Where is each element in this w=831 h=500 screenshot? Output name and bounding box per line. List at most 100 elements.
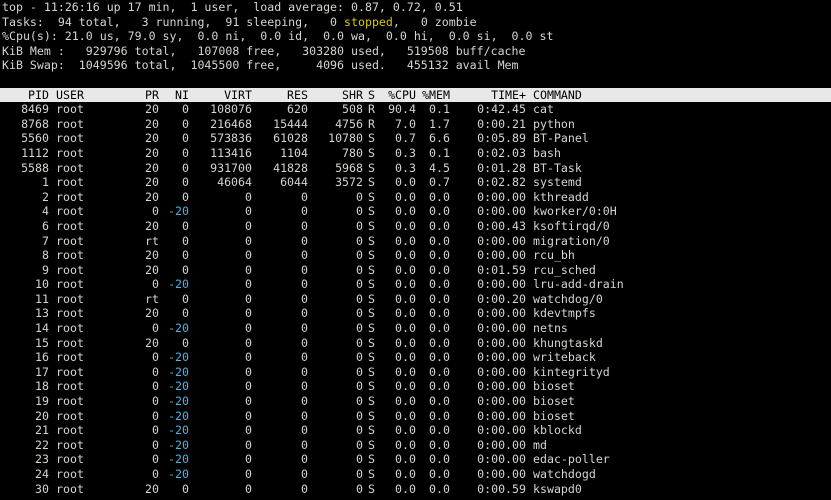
process-time: 0:00.20 <box>477 291 526 306</box>
process-row[interactable]: 15 root 20 0 0 0 0 S 0.0 0.0 0:00.00 khungtaskd <box>2 336 831 351</box>
process-row[interactable]: 8469 root 20 0 108076 620 508 R 90.4 0.1 0:42.45 ca… <box>2 102 831 117</box>
process-pid: 1112 <box>21 145 49 160</box>
process-row[interactable]: 30 root 20 0 0 0 0 S 0.0 0.0 0:00.59 kswapd0 <box>2 482 831 497</box>
process-cpu: 0.0 <box>395 364 416 379</box>
process-time: 0:00.00 <box>477 364 526 379</box>
process-virt: 0 <box>245 437 252 452</box>
process-row[interactable]: 5588 root 20 0 931700 41828 5968 S 0.3 4.5 0:01.28… <box>2 161 831 176</box>
process-command: kworker/0:0H <box>533 204 617 219</box>
process-time: 0:00.00 <box>477 277 526 292</box>
process-row[interactable]: 11 root rt 0 0 0 0 S 0.0 0.0 0:00.20 watchdog/0 <box>2 292 831 307</box>
process-shr: 0 <box>356 437 363 452</box>
process-row[interactable]: 9 root 20 0 0 0 0 S 0.0 0.0 0:01.59 rcu_sched <box>2 263 831 278</box>
process-row[interactable]: 10 root 0 -20 0 0 0 S 0.0 0.0 0:00.00 lru-add-drain <box>2 277 831 292</box>
process-row[interactable]: 6 root 20 0 0 0 0 S 0.0 0.0 0:00.43 ksoftirqd/0 <box>2 219 831 234</box>
process-state: S <box>368 262 375 277</box>
process-cpu: 0.0 <box>395 335 416 350</box>
process-row[interactable]: 23 root 0 -20 0 0 0 S 0.0 0.0 0:00.00 edac-poller <box>2 452 831 467</box>
process-row[interactable]: 24 root 0 -20 0 0 0 S 0.0 0.0 0:00.00 watchdogd <box>2 467 831 482</box>
process-row[interactable]: 19 root 0 -20 0 0 0 S 0.0 0.0 0:00.00 bioset <box>2 394 831 409</box>
process-res: 41828 <box>273 160 308 175</box>
process-row[interactable]: 1 root 20 0 46064 6044 3572 S 0.0 0.7 0:02.82 syste… <box>2 175 831 190</box>
process-res: 1104 <box>280 145 308 160</box>
process-row[interactable]: 8 root 20 0 0 0 0 S 0.0 0.0 0:00.00 rcu_bh <box>2 248 831 263</box>
process-virt: 108076 <box>210 102 252 117</box>
process-row[interactable]: 20 root 0 -20 0 0 0 S 0.0 0.0 0:00.00 bioset <box>2 409 831 424</box>
process-user: root <box>56 175 84 190</box>
process-virt: 0 <box>245 364 252 379</box>
process-pr: 20 <box>145 248 159 263</box>
process-command: md <box>533 437 547 452</box>
process-res: 0 <box>301 335 308 350</box>
process-res: 6044 <box>280 175 308 190</box>
tasks-zombie: , 0 zombie <box>392 14 477 29</box>
blank-separator <box>2 73 831 88</box>
process-row[interactable]: 8768 root 20 0 216468 15444 4756 R 7.0 1.7 0:00.21… <box>2 117 831 132</box>
process-mem: 0.1 <box>429 145 450 160</box>
process-pid: 19 <box>35 394 49 409</box>
process-pr: rt <box>145 291 159 306</box>
process-mem: 4.5 <box>429 160 450 175</box>
process-command: netns <box>533 321 568 336</box>
process-mem: 0.0 <box>429 321 450 336</box>
process-row[interactable]: 14 root 0 -20 0 0 0 S 0.0 0.0 0:00.00 netns <box>2 321 831 336</box>
process-ni: -20 <box>168 437 189 452</box>
process-res: 0 <box>301 379 308 394</box>
process-row[interactable]: 7 root rt 0 0 0 0 S 0.0 0.0 0:00.00 migration/0 <box>2 234 831 249</box>
process-res: 0 <box>301 218 308 233</box>
tasks-counts: Tasks: 94 total, 3 running, 91 sleeping,… <box>2 14 345 29</box>
process-row[interactable]: 22 root 0 -20 0 0 0 S 0.0 0.0 0:00.00 md <box>2 438 831 453</box>
process-mem: 0.0 <box>429 189 450 204</box>
process-res: 61028 <box>273 131 308 146</box>
terminal-window[interactable]: top - 11:26:16 up 17 min, 1 user, load a… <box>0 0 831 500</box>
process-ni: 0 <box>182 189 189 204</box>
memory-line: KiB Mem : 929796 total, 107008 free, 303… <box>2 43 526 58</box>
process-row[interactable]: 18 root 0 -20 0 0 0 S 0.0 0.0 0:00.00 bioset <box>2 379 831 394</box>
column-header-state: S <box>368 87 375 102</box>
process-user: root <box>56 277 84 292</box>
process-ni: -20 <box>168 467 189 481</box>
process-row[interactable]: 13 root 20 0 0 0 0 S 0.0 0.0 0:00.00 kdevtmpfs <box>2 306 831 321</box>
process-shr: 0 <box>356 321 363 336</box>
process-pid: 14 <box>35 321 49 336</box>
process-row[interactable]: 16 root 0 -20 0 0 0 S 0.0 0.0 0:00.00 writeback <box>2 350 831 365</box>
process-state: S <box>368 189 375 204</box>
process-row[interactable]: 1112 root 20 0 113416 1104 780 S 0.3 0.1 0:02.03 ba… <box>2 146 831 161</box>
process-shr: 0 <box>356 350 363 365</box>
process-row[interactable]: 17 root 0 -20 0 0 0 S 0.0 0.0 0:00.00 kintegrityd <box>2 365 831 380</box>
process-shr: 0 <box>356 394 363 409</box>
process-pr: 0 <box>152 321 159 336</box>
process-user: root <box>56 394 84 409</box>
process-row[interactable]: 21 root 0 -20 0 0 0 S 0.0 0.0 0:00.00 kblockd <box>2 423 831 438</box>
process-shr: 0 <box>356 379 363 394</box>
process-row[interactable]: 5560 root 20 0 573836 61028 10780 S 0.7 6.6 0:05.8… <box>2 131 831 146</box>
process-shr: 0 <box>356 248 363 263</box>
process-time: 0:00.00 <box>477 437 526 452</box>
process-state: R <box>368 102 375 117</box>
process-shr: 780 <box>342 145 363 160</box>
process-state: S <box>368 394 375 409</box>
process-shr: 0 <box>356 218 363 233</box>
process-virt: 0 <box>245 306 252 321</box>
process-ni: 0 <box>182 335 189 350</box>
process-pr: 20 <box>145 102 159 117</box>
process-user: root <box>56 364 84 379</box>
process-row[interactable]: 4 root 0 -20 0 0 0 S 0.0 0.0 0:00.00 kworker/0:0H <box>2 204 831 219</box>
process-mem: 0.0 <box>429 306 450 321</box>
process-user: root <box>56 481 84 496</box>
process-shr: 0 <box>356 291 363 306</box>
process-res: 0 <box>301 394 308 409</box>
process-command: BT-Panel <box>533 131 589 146</box>
process-mem: 1.7 <box>429 116 450 131</box>
process-user: root <box>56 321 84 336</box>
process-time: 0:00.00 <box>477 394 526 409</box>
process-res: 15444 <box>273 116 308 131</box>
process-shr: 0 <box>356 467 363 481</box>
process-row[interactable]: 2 root 20 0 0 0 0 S 0.0 0.0 0:00.00 kthreadd <box>2 190 831 205</box>
process-mem: 6.6 <box>429 131 450 146</box>
process-mem: 0.0 <box>429 262 450 277</box>
process-pr: 0 <box>152 423 159 438</box>
process-res: 0 <box>301 248 308 263</box>
tasks-stopped-label: stopped <box>344 14 393 29</box>
process-time: 0:00.00 <box>477 408 526 423</box>
